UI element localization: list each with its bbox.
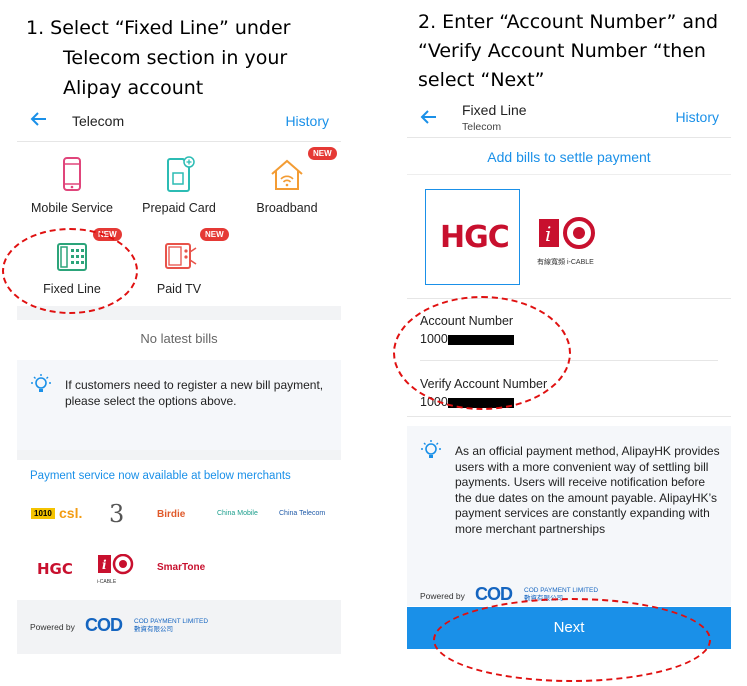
info-box: As an official payment method, AlipayHK … <box>407 426 731 606</box>
cod-company-name: COD PAYMENT LIMITED 數資有限公司 <box>524 587 598 603</box>
back-arrow-icon[interactable] <box>419 107 439 127</box>
account-number-label: Account Number <box>420 314 514 328</box>
section-divider <box>17 306 341 320</box>
svg-text:i: i <box>545 222 551 246</box>
merchant-logo-three: 3 <box>109 500 125 528</box>
new-badge: NEW <box>308 147 337 160</box>
category-paid-tv[interactable]: NEW Paid TV <box>124 228 234 296</box>
category-label: Broadband <box>256 201 318 215</box>
history-link[interactable]: History <box>285 113 329 129</box>
tv-icon <box>159 236 199 276</box>
category-label: Prepaid Card <box>142 201 216 215</box>
divider <box>420 360 718 361</box>
category-label: Paid TV <box>156 282 202 296</box>
merchant-logo-csl: csl. <box>59 505 83 521</box>
merchant-logo-smartone: SmarTone <box>157 562 206 573</box>
phone-icon <box>52 155 92 195</box>
step-1-line: 1. Select “Fixed Line” under <box>26 17 291 39</box>
icable-caption: 有線寬頻 i-CABLE <box>537 257 599 267</box>
telecom-screen: Telecom History Mobile Service Prepaid C… <box>17 100 341 660</box>
merchant-logo-china-mobile: China Mobile <box>217 510 258 517</box>
category-mobile-service[interactable]: Mobile Service <box>17 155 127 215</box>
add-bills-link[interactable]: Add bills to settle payment <box>407 139 731 175</box>
hgc-logo: HGC <box>440 220 510 255</box>
section-divider <box>17 450 341 460</box>
powered-by-bar: Powered by COD COD PAYMENT LIMITED 數資有限公… <box>407 584 731 606</box>
house-wifi-icon <box>267 155 307 195</box>
step-1-line: Telecom section in your <box>63 47 288 69</box>
merchant-logo-birdie: Birdie <box>157 509 186 520</box>
step-1-line: Alipay account <box>63 77 204 99</box>
back-arrow-icon[interactable] <box>29 109 49 129</box>
step-1-instruction: 1. Select “Fixed Line” under Telecom sec… <box>26 13 356 103</box>
powered-by-label: Powered by <box>30 622 75 632</box>
cod-name-en: COD PAYMENT LIMITED <box>134 618 209 625</box>
page-title: Fixed Line <box>462 102 527 118</box>
new-badge: NEW <box>93 228 122 241</box>
top-bar: Telecom History <box>17 100 341 142</box>
category-broadband[interactable]: NEW Broadband <box>232 147 342 215</box>
account-number-value: 1000 <box>420 332 448 346</box>
merchant-logo-china-telecom: China Telecom <box>279 510 326 517</box>
category-prepaid-card[interactable]: Prepaid Card <box>124 155 234 215</box>
merchant-title: Payment service now available at below m… <box>30 470 291 482</box>
info-box: If customers need to register a new bill… <box>17 360 341 450</box>
cod-logo: COD <box>85 615 123 635</box>
category-label: Fixed Line <box>43 282 101 296</box>
merchant-card-hgc[interactable]: HGC <box>425 189 520 285</box>
lightbulb-icon <box>31 374 51 396</box>
page-subtitle: Telecom <box>462 121 502 133</box>
fixed-line-screen: Fixed Line Telecom History Add bills to … <box>407 96 731 652</box>
merchant-logo-icable: i i-CABLE <box>97 553 137 585</box>
category-fixed-line[interactable]: NEW Fixed Line <box>17 228 127 296</box>
merchant-logo-1010: 1010 <box>31 508 55 519</box>
icable-caption: i-CABLE <box>97 579 117 585</box>
redaction-bar <box>447 334 514 345</box>
step-2-line: select “Next” <box>418 69 545 91</box>
merchant-logo-hgc: HGC <box>37 560 73 578</box>
top-bar: Fixed Line Telecom History <box>407 96 731 138</box>
icable-name-en: i-CABLE <box>566 259 594 266</box>
no-bills-message: No latest bills <box>17 320 341 358</box>
page-title: Telecom <box>72 113 125 129</box>
next-button[interactable]: Next <box>407 607 731 649</box>
step-2-instruction: 2. Enter “Account Number” and “Verify Ac… <box>418 8 743 95</box>
history-link[interactable]: History <box>675 109 719 125</box>
cod-logo: COD <box>475 584 513 604</box>
verify-account-number-value: 1000 <box>420 395 448 409</box>
powered-by-label: Powered by <box>420 591 465 601</box>
account-number-field[interactable]: 1000 <box>420 332 514 346</box>
sim-card-icon <box>159 155 199 195</box>
svg-text:i: i <box>102 558 107 572</box>
info-text: If customers need to register a new bill… <box>65 378 324 408</box>
cod-name-en: COD PAYMENT LIMITED <box>524 587 599 594</box>
cod-name-cn: 數資有限公司 <box>134 626 173 633</box>
step-2-line: “Verify Account Number “then <box>418 40 706 62</box>
desk-phone-icon <box>52 236 92 276</box>
cod-name-cn: 數資有限公司 <box>524 595 563 602</box>
verify-account-number-field[interactable]: 1000 <box>420 395 514 409</box>
step-2-line: 2. Enter “Account Number” and <box>418 11 719 33</box>
icable-name-cn: 有線寬頻 <box>537 259 565 266</box>
cod-company-name: COD PAYMENT LIMITED 數資有限公司 <box>134 618 208 634</box>
info-text: As an official payment method, AlipayHK … <box>455 444 720 536</box>
redaction-bar <box>447 397 514 408</box>
divider <box>407 416 731 417</box>
new-badge: NEW <box>200 228 229 241</box>
divider <box>407 298 731 299</box>
verify-account-number-label: Verify Account Number <box>420 377 548 391</box>
merchant-card-icable[interactable]: i 有線寬頻 i-CABLE <box>537 216 599 266</box>
category-label: Mobile Service <box>31 201 113 215</box>
lightbulb-icon <box>421 440 441 462</box>
powered-by-bar: Powered by COD COD PAYMENT LIMITED 數資有限公… <box>17 600 341 654</box>
